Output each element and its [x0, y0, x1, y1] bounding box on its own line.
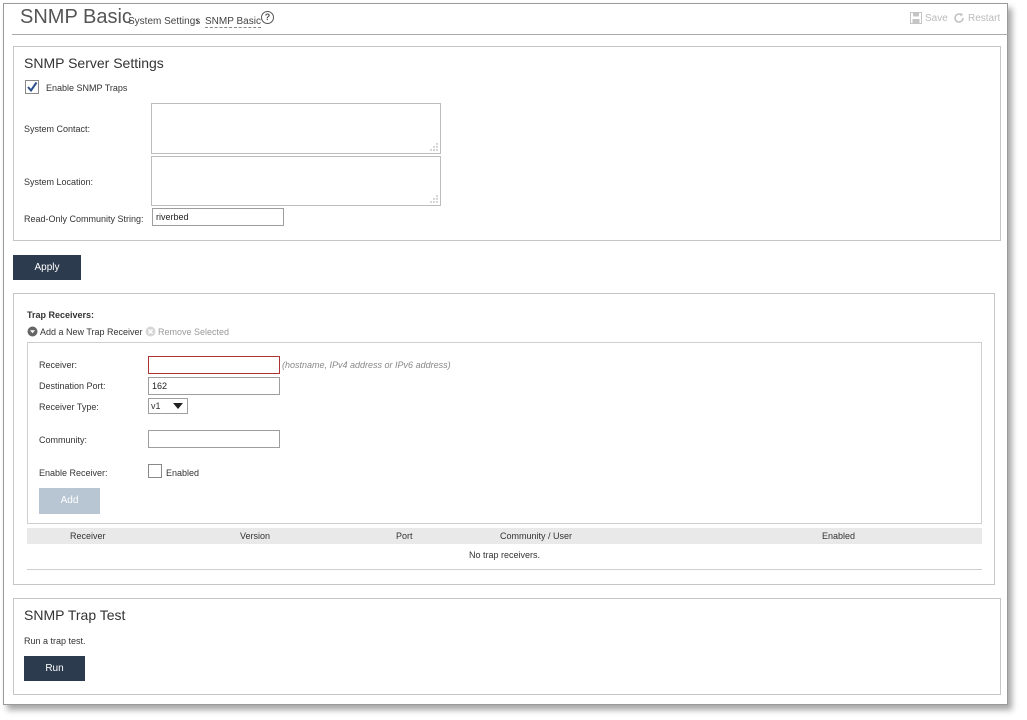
app-window: SNMP Basic System Settings › SNMP Basic … — [3, 3, 1008, 705]
restart-button[interactable]: Restart — [953, 12, 1000, 24]
receiver-type-label: Receiver Type: — [39, 402, 99, 412]
enable-receiver-label: Enable Receiver: — [39, 468, 108, 478]
trap-receivers-panel: Trap Receivers: Add a New Trap Receiver … — [13, 293, 995, 585]
resize-grip-icon[interactable] — [430, 195, 438, 203]
table-bottom-divider — [27, 569, 982, 570]
system-location-label: System Location: — [24, 177, 94, 187]
trap-receivers-title: Trap Receivers: — [27, 310, 95, 320]
trap-receivers-table-header: Receiver Version Port Community / User E… — [27, 528, 982, 544]
dropdown-arrow-icon — [173, 403, 183, 409]
community-string-label: Read-Only Community String: — [24, 214, 144, 224]
column-header-port[interactable]: Port — [396, 531, 413, 541]
column-header-community-user[interactable]: Community / User — [500, 531, 572, 541]
run-button[interactable]: Run — [24, 656, 85, 681]
breadcrumb-parent[interactable]: System Settings — [128, 16, 200, 27]
destination-port-input[interactable] — [148, 377, 280, 395]
receiver-type-value: v1 — [151, 401, 161, 411]
system-contact-field[interactable] — [151, 103, 441, 154]
receiver-input[interactable] — [148, 356, 280, 374]
column-header-receiver[interactable]: Receiver — [70, 531, 106, 541]
system-location-field[interactable] — [151, 156, 441, 206]
server-settings-panel: SNMP Server Settings Enable SNMP Traps S… — [13, 46, 1001, 241]
destination-port-label: Destination Port: — [39, 381, 106, 391]
server-settings-title: SNMP Server Settings — [24, 55, 164, 71]
column-header-enabled[interactable]: Enabled — [822, 531, 855, 541]
trap-test-description: Run a trap test. — [24, 636, 86, 646]
restart-icon — [954, 12, 964, 23]
community-label: Community: — [39, 435, 88, 445]
enable-receiver-checkbox[interactable] — [148, 464, 162, 478]
enable-traps-checkbox[interactable] — [25, 80, 39, 94]
add-trap-receiver-form: Receiver: (hostname, IPv4 address or IPv… — [27, 342, 982, 524]
community-input[interactable] — [148, 430, 280, 448]
save-label: Save — [925, 12, 948, 24]
add-new-trap-receiver-toggle[interactable]: Add a New Trap Receiver — [27, 326, 143, 337]
restart-label: Restart — [968, 12, 1001, 24]
resize-grip-icon[interactable] — [430, 143, 438, 151]
add-button[interactable]: Add — [39, 488, 100, 514]
enable-traps-label: Enable SNMP Traps — [46, 83, 128, 93]
community-string-input[interactable] — [152, 208, 284, 226]
apply-button[interactable]: Apply — [13, 255, 81, 280]
remove-selected-label: Remove Selected — [158, 326, 230, 337]
save-button[interactable]: Save — [910, 12, 948, 24]
receiver-hint: (hostname, IPv4 address or IPv6 address) — [282, 360, 451, 370]
checkmark-icon — [27, 81, 38, 93]
column-header-version[interactable]: Version — [240, 531, 270, 541]
help-icon[interactable]: ? — [261, 11, 274, 24]
page-title: SNMP Basic — [20, 6, 132, 28]
header-divider — [12, 34, 1008, 35]
system-contact-label: System Contact: — [24, 124, 91, 134]
save-icon — [910, 12, 922, 24]
trap-test-panel: SNMP Trap Test Run a trap test. Run — [13, 598, 1001, 695]
trap-test-title: SNMP Trap Test — [24, 607, 126, 623]
breadcrumb-separator: › — [196, 16, 200, 27]
remove-icon — [145, 326, 156, 337]
enabled-text: Enabled — [166, 468, 200, 478]
receiver-label: Receiver: — [39, 360, 78, 370]
add-new-trap-receiver-label: Add a New Trap Receiver — [40, 326, 143, 337]
table-empty-message: No trap receivers. — [468, 550, 541, 560]
chevron-down-circle-icon — [27, 326, 38, 337]
breadcrumb-current: SNMP Basic — [205, 16, 261, 28]
remove-selected-button[interactable]: Remove Selected — [145, 326, 229, 337]
receiver-type-select[interactable]: v1 — [148, 398, 188, 414]
